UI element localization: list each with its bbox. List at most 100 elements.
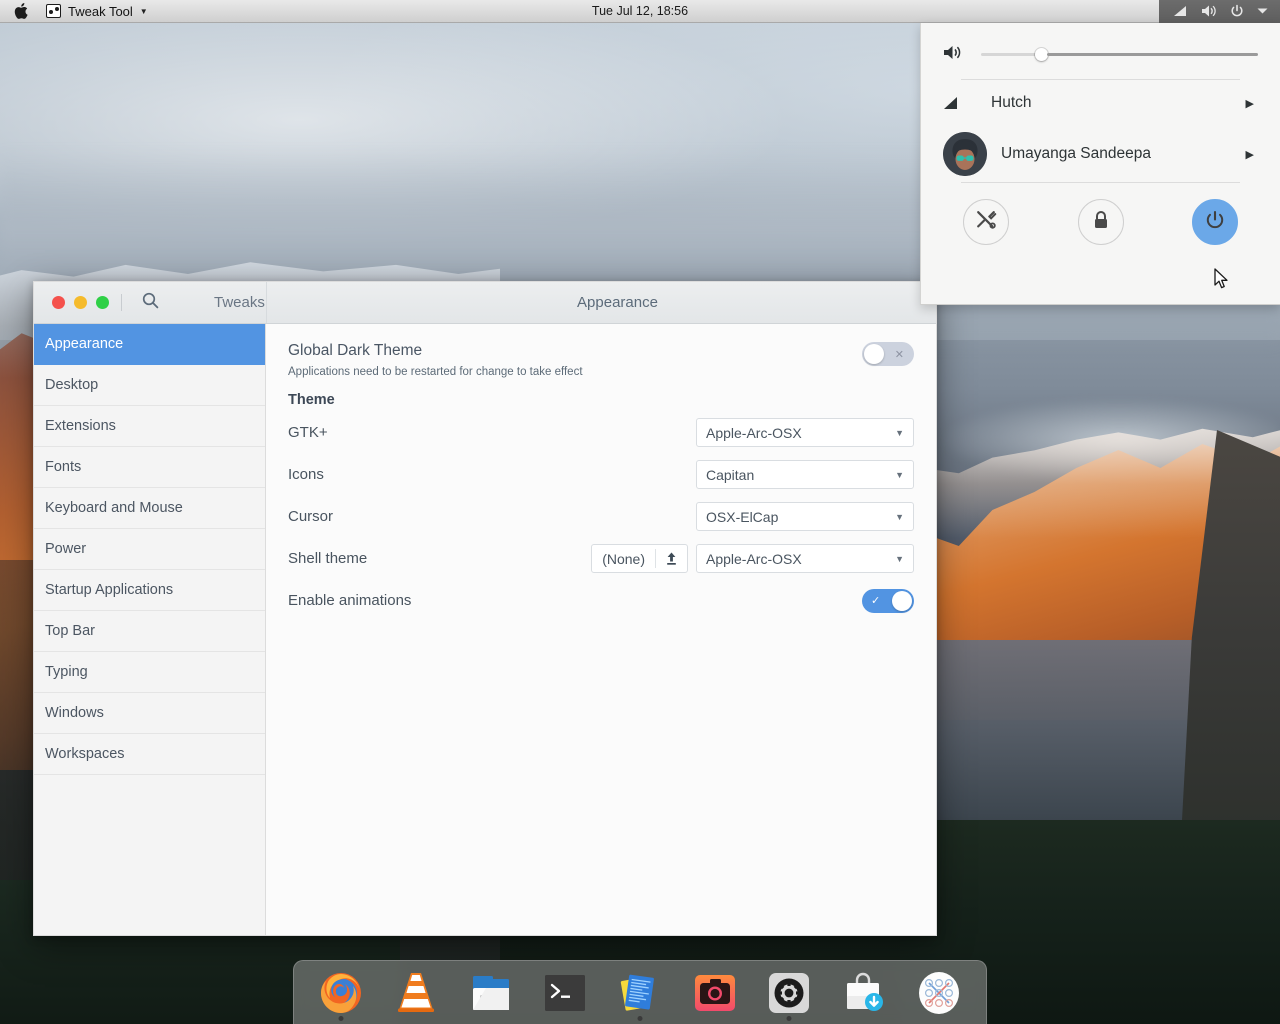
user-row[interactable]: Umayanga Sandeepa ▶ bbox=[943, 126, 1258, 182]
dock-item-settings[interactable] bbox=[758, 962, 820, 1024]
search-icon bbox=[142, 292, 159, 314]
gtk-theme-select[interactable]: Apple-Arc-OSX ▼ bbox=[696, 418, 914, 447]
theme-section-title: Theme bbox=[288, 392, 335, 408]
shell-theme-row: Shell theme (None) Apple-Arc-OSX ▼ bbox=[288, 541, 914, 576]
icons-theme-value: Capitan bbox=[706, 466, 755, 483]
power-icon[interactable] bbox=[1230, 4, 1244, 18]
network-row[interactable]: Hutch ▶ bbox=[943, 80, 1258, 126]
sidebar-item-startup-applications[interactable]: Startup Applications bbox=[34, 570, 265, 611]
search-button[interactable] bbox=[136, 292, 165, 314]
cursor-theme-label: Cursor bbox=[288, 508, 334, 525]
shell-theme-upload-button[interactable]: (None) bbox=[591, 544, 688, 573]
vlc-icon bbox=[392, 969, 440, 1017]
settings-gear-icon bbox=[765, 969, 813, 1017]
volume-icon[interactable] bbox=[1201, 4, 1217, 18]
enable-animations-toggle[interactable]: ✓ bbox=[862, 588, 914, 613]
global-dark-theme-hint: Applications need to be restarted for ch… bbox=[288, 366, 583, 378]
sidebar-item-label: Desktop bbox=[45, 377, 99, 393]
clock: Tue Jul 12, 18:56 bbox=[591, 4, 689, 18]
dock-item-terminal[interactable] bbox=[534, 962, 596, 1024]
sidebar-item-power[interactable]: Power bbox=[34, 529, 265, 570]
sidebar-item-label: Top Bar bbox=[45, 623, 95, 639]
shell-theme-label: Shell theme bbox=[288, 550, 368, 567]
page-title: Appearance bbox=[577, 294, 658, 311]
toggle-mark: ✓ bbox=[871, 595, 881, 607]
slider-track-filled bbox=[981, 52, 1036, 56]
cursor-theme-select[interactable]: OSX-ElCap ▼ bbox=[696, 502, 914, 531]
tweak-tool-window: Tweaks Appearance Appearance Desktop Ext… bbox=[33, 281, 937, 936]
software-bag-icon bbox=[840, 969, 888, 1017]
network-name: Hutch bbox=[991, 94, 1032, 111]
upload-icon[interactable] bbox=[656, 551, 687, 566]
dock-item-vlc[interactable] bbox=[385, 962, 447, 1024]
mouse-cursor bbox=[1214, 268, 1230, 295]
top-menu-bar: Tweak Tool ▼ Tue Jul 12, 18:56 bbox=[0, 0, 1280, 23]
window-controls bbox=[34, 296, 109, 309]
dock-item-text-editor[interactable] bbox=[609, 962, 671, 1024]
shell-theme-select[interactable]: Apple-Arc-OSX ▼ bbox=[696, 544, 914, 573]
camera-icon bbox=[691, 969, 739, 1017]
window-titlebar: Tweaks Appearance bbox=[34, 282, 936, 324]
icons-theme-select[interactable]: Capitan ▼ bbox=[696, 460, 914, 489]
firefox-icon bbox=[317, 969, 365, 1017]
global-dark-theme-row: Global Dark Theme Applications need to b… bbox=[288, 342, 914, 378]
sidebar-item-label: Appearance bbox=[45, 336, 124, 352]
status-indicators[interactable] bbox=[1159, 0, 1280, 23]
close-button[interactable] bbox=[52, 296, 65, 309]
settings-panel: Global Dark Theme Applications need to b… bbox=[266, 324, 936, 935]
dock-item-software[interactable] bbox=[833, 962, 895, 1024]
slider-track-remaining bbox=[1047, 52, 1258, 56]
gtk-theme-label: GTK+ bbox=[288, 424, 328, 441]
sidebar-item-label: Keyboard and Mouse bbox=[45, 500, 183, 516]
cursor-theme-value: OSX-ElCap bbox=[706, 508, 779, 525]
running-indicator bbox=[637, 1015, 643, 1021]
network-signal-icon bbox=[943, 96, 991, 110]
sidebar-item-desktop[interactable]: Desktop bbox=[34, 365, 265, 406]
sidebar-item-keyboard-and-mouse[interactable]: Keyboard and Mouse bbox=[34, 488, 265, 529]
chevron-down-icon: ▼ bbox=[895, 553, 904, 564]
enable-animations-label: Enable animations bbox=[288, 592, 412, 609]
apple-logo-icon[interactable] bbox=[8, 3, 40, 19]
maximize-button[interactable] bbox=[96, 296, 109, 309]
settings-button[interactable] bbox=[963, 199, 1009, 245]
network-signal-icon[interactable] bbox=[1173, 5, 1188, 17]
sidebar-item-fonts[interactable]: Fonts bbox=[34, 447, 265, 488]
minimize-button[interactable] bbox=[74, 296, 87, 309]
volume-row[interactable] bbox=[943, 23, 1258, 79]
toggle-knob bbox=[892, 590, 912, 611]
sidebar-item-windows[interactable]: Windows bbox=[34, 693, 265, 734]
chevron-down-icon: ▼ bbox=[139, 6, 148, 16]
active-app-name: Tweak Tool bbox=[68, 3, 133, 19]
sidebar-item-typing[interactable]: Typing bbox=[34, 652, 265, 693]
sidebar-item-label: Power bbox=[45, 541, 87, 557]
sidebar-item-top-bar[interactable]: Top Bar bbox=[34, 611, 265, 652]
running-indicator bbox=[338, 1015, 344, 1021]
dock-item-xapp[interactable] bbox=[908, 962, 970, 1024]
volume-icon[interactable] bbox=[943, 44, 963, 65]
tools-icon bbox=[975, 209, 997, 235]
global-dark-theme-label: Global Dark Theme bbox=[288, 342, 423, 359]
active-app-menu[interactable]: Tweak Tool ▼ bbox=[40, 0, 154, 23]
user-avatar bbox=[943, 132, 987, 176]
files-icon bbox=[467, 969, 515, 1017]
sidebar-item-appearance[interactable]: Appearance bbox=[34, 324, 265, 365]
dock-item-files[interactable] bbox=[460, 962, 522, 1024]
dock-item-firefox[interactable] bbox=[310, 962, 372, 1024]
volume-slider[interactable] bbox=[981, 46, 1258, 62]
running-indicator bbox=[786, 1015, 792, 1021]
lock-button[interactable] bbox=[1077, 199, 1124, 245]
chevron-right-icon[interactable]: ▶ bbox=[1246, 97, 1258, 110]
enable-animations-row: Enable animations ✓ bbox=[288, 583, 914, 618]
lock-icon bbox=[1092, 210, 1110, 234]
gtk-theme-row: GTK+ Apple-Arc-OSX ▼ bbox=[288, 415, 914, 450]
chevron-down-icon[interactable] bbox=[1257, 7, 1268, 15]
chevron-down-icon: ▼ bbox=[895, 427, 904, 438]
global-dark-theme-toggle[interactable]: ✕ bbox=[862, 342, 914, 366]
chevron-right-icon[interactable]: ▶ bbox=[1246, 148, 1258, 161]
cursor-theme-row: Cursor OSX-ElCap ▼ bbox=[288, 499, 914, 534]
power-icon bbox=[1204, 209, 1226, 235]
sidebar-item-workspaces[interactable]: Workspaces bbox=[34, 734, 265, 775]
sidebar-item-extensions[interactable]: Extensions bbox=[34, 406, 265, 447]
power-button[interactable] bbox=[1192, 199, 1238, 245]
dock-item-camera[interactable] bbox=[684, 962, 746, 1024]
